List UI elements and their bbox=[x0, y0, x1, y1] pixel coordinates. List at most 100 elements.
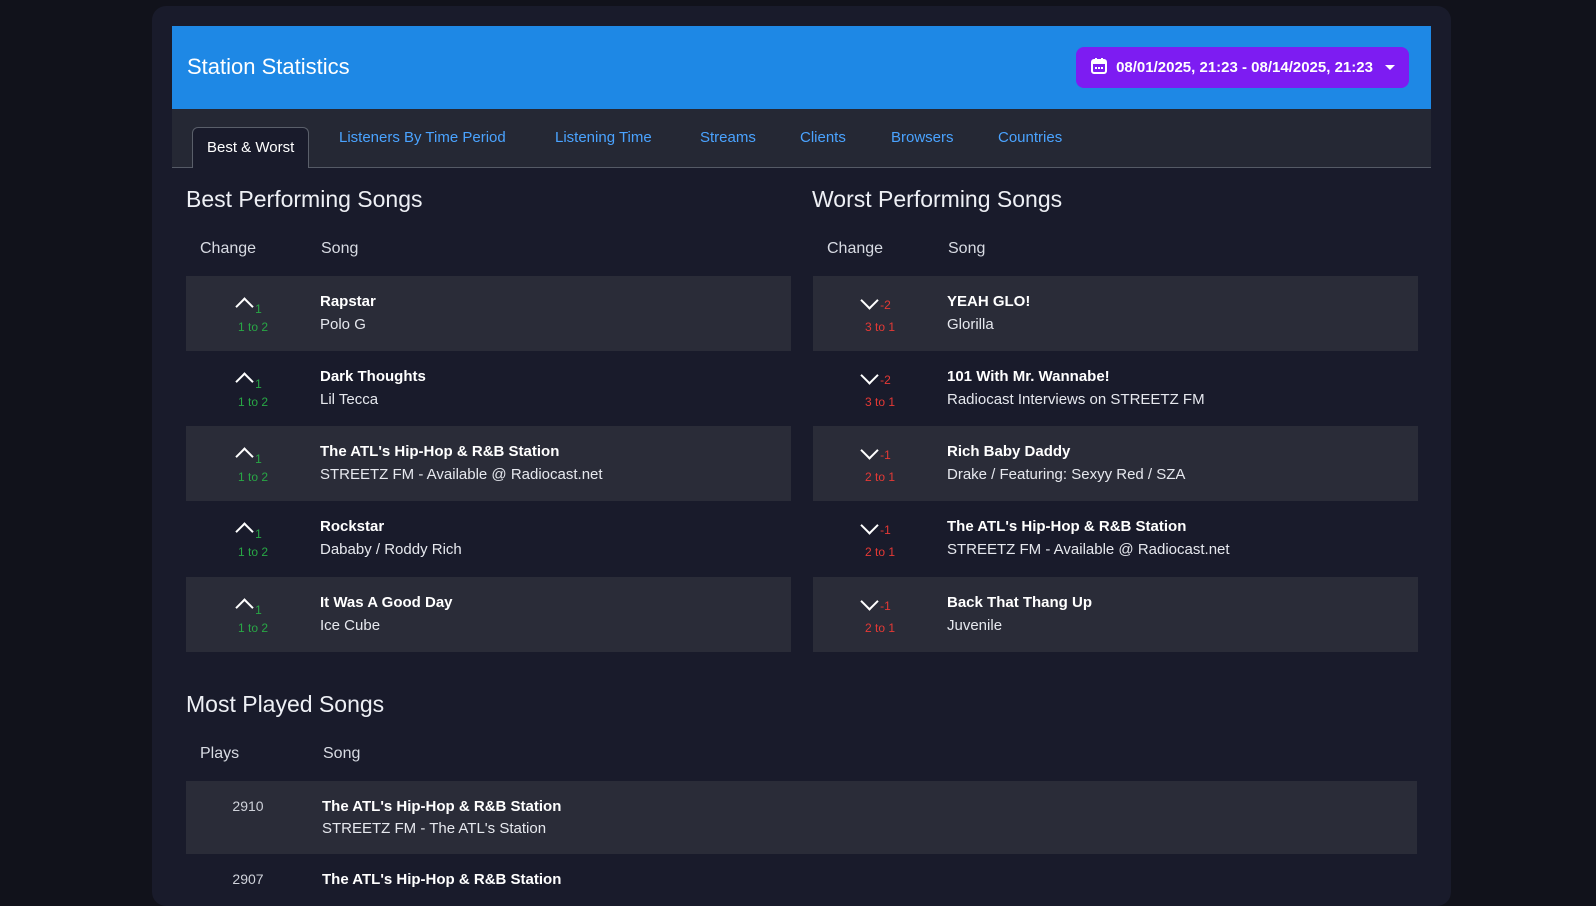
change-indicator: 1 bbox=[230, 369, 270, 393]
best-col-change: Change bbox=[200, 240, 257, 257]
change-delta: -1 bbox=[880, 448, 891, 462]
tab-listening-time[interactable]: Listening Time bbox=[555, 129, 652, 146]
song-title: The ATL's Hip-Hop & R&B Station bbox=[322, 798, 562, 815]
worst-col-song: Song bbox=[948, 240, 986, 257]
change-delta: -1 bbox=[880, 523, 891, 537]
date-range-button[interactable]: 08/01/2025, 21:23 - 08/14/2025, 21:23 bbox=[1076, 47, 1409, 88]
worst-songs-title: Worst Performing Songs bbox=[812, 186, 1063, 212]
change-indicator: -2 bbox=[857, 291, 897, 314]
song-title: Back That Thang Up bbox=[947, 594, 1093, 611]
tab-clients[interactable]: Clients bbox=[800, 129, 846, 146]
chevron-down-icon bbox=[860, 366, 879, 385]
list-item: -2 3 to 1 YEAH GLO! Glorilla bbox=[813, 276, 1418, 351]
song-artist: Juvenile bbox=[947, 617, 1003, 634]
tab-streams[interactable]: Streams bbox=[700, 129, 756, 146]
chevron-up-icon bbox=[235, 522, 254, 541]
song-artist: Drake / Featuring: Sexyy Red / SZA bbox=[947, 466, 1186, 483]
list-item: -1 2 to 1 The ATL's Hip-Hop & R&B Statio… bbox=[813, 501, 1418, 576]
song-title: The ATL's Hip-Hop & R&B Station bbox=[947, 518, 1187, 535]
chevron-up-icon bbox=[235, 598, 254, 617]
table-row: 2910 The ATL's Hip-Hop & R&B Station STR… bbox=[186, 781, 1417, 854]
song-title: Dark Thoughts bbox=[320, 368, 426, 385]
change-delta: 1 bbox=[255, 603, 262, 617]
song-artist: STREETZ FM - Available @ Radiocast.net bbox=[947, 541, 1230, 558]
calendar-icon bbox=[1090, 57, 1108, 79]
song-title: Rapstar bbox=[320, 293, 376, 310]
list-item: 1 1 to 2 It Was A Good Day Ice Cube bbox=[186, 577, 791, 652]
best-songs-title: Best Performing Songs bbox=[186, 186, 423, 212]
chevron-down-icon bbox=[860, 592, 879, 611]
change-indicator: 1 bbox=[230, 519, 270, 543]
change-delta: -2 bbox=[880, 298, 891, 312]
chevron-down-icon bbox=[860, 441, 879, 460]
change-delta: 1 bbox=[255, 377, 262, 391]
tab-browsers[interactable]: Browsers bbox=[891, 129, 954, 146]
tab-bar: Best & Worst Listeners By Time Period Li… bbox=[172, 109, 1431, 168]
chevron-down-icon bbox=[1384, 65, 1395, 70]
list-item: 1 1 to 2 Rockstar Dababy / Roddy Rich bbox=[186, 501, 791, 576]
change-range: 1 to 2 bbox=[237, 470, 269, 484]
change-range: 2 to 1 bbox=[864, 470, 896, 484]
song-artist: Ice Cube bbox=[320, 617, 381, 634]
table-row: 2907 The ATL's Hip-Hop & R&B Station bbox=[186, 854, 1417, 888]
change-indicator: -1 bbox=[857, 516, 897, 539]
chevron-up-icon bbox=[235, 447, 254, 466]
card-header: Station Statistics 08/01/2025, 21:23 - 0… bbox=[172, 26, 1431, 109]
most-played-title: Most Played Songs bbox=[186, 691, 385, 717]
change-indicator: 1 bbox=[230, 444, 270, 468]
tab-countries[interactable]: Countries bbox=[998, 129, 1062, 146]
song-title: YEAH GLO! bbox=[947, 293, 1031, 310]
change-range: 3 to 1 bbox=[864, 395, 896, 409]
most-played-col-plays: Plays bbox=[200, 745, 240, 762]
song-title: Rich Baby Daddy bbox=[947, 443, 1071, 460]
song-artist: STREETZ FM - Available @ Radiocast.net bbox=[320, 466, 603, 483]
tab-best-worst[interactable]: Best & Worst bbox=[192, 127, 310, 168]
page-title: Station Statistics bbox=[187, 54, 350, 79]
chevron-up-icon bbox=[235, 372, 254, 391]
chevron-down-icon bbox=[860, 291, 879, 310]
song-artist: Glorilla bbox=[947, 316, 994, 333]
song-title: Rockstar bbox=[320, 518, 385, 535]
list-item: 1 1 to 2 The ATL's Hip-Hop & R&B Station… bbox=[186, 426, 791, 501]
most-played-col-song: Song bbox=[323, 745, 361, 762]
tab-listeners-by-time-period[interactable]: Listeners By Time Period bbox=[339, 129, 506, 146]
list-item: -2 3 to 1 101 With Mr. Wannabe! Radiocas… bbox=[813, 351, 1418, 426]
play-count: 2910 bbox=[232, 798, 264, 814]
song-title: It Was A Good Day bbox=[320, 594, 453, 611]
change-range: 1 to 2 bbox=[237, 621, 269, 635]
change-delta: 1 bbox=[255, 527, 262, 541]
song-artist: STREETZ FM - The ATL's Station bbox=[322, 820, 547, 837]
list-item: -1 2 to 1 Back That Thang Up Juvenile bbox=[813, 577, 1418, 652]
song-artist: Polo G bbox=[320, 316, 366, 333]
change-delta: -1 bbox=[880, 599, 891, 613]
change-delta: -2 bbox=[880, 373, 891, 387]
change-indicator: -1 bbox=[857, 592, 897, 615]
list-item: 1 1 to 2 Rapstar Polo G bbox=[186, 276, 791, 351]
song-title: 101 With Mr. Wannabe! bbox=[947, 368, 1110, 385]
list-item: 1 1 to 2 Dark Thoughts Lil Tecca bbox=[186, 351, 791, 426]
best-col-song: Song bbox=[321, 240, 359, 257]
date-range-label: 08/01/2025, 21:23 - 08/14/2025, 21:23 bbox=[1116, 59, 1373, 76]
song-artist: Dababy / Roddy Rich bbox=[320, 541, 462, 558]
chevron-up-icon bbox=[235, 297, 254, 316]
change-indicator: -1 bbox=[857, 441, 897, 464]
song-artist: Lil Tecca bbox=[320, 391, 379, 408]
change-range: 1 to 2 bbox=[237, 395, 269, 409]
song-title: The ATL's Hip-Hop & R&B Station bbox=[322, 871, 562, 888]
change-range: 3 to 1 bbox=[864, 320, 896, 334]
change-range: 2 to 1 bbox=[864, 545, 896, 559]
change-delta: 1 bbox=[255, 452, 262, 466]
change-indicator: 1 bbox=[230, 595, 270, 619]
change-range: 2 to 1 bbox=[864, 621, 896, 635]
change-indicator: -2 bbox=[857, 366, 897, 389]
list-item: -1 2 to 1 Rich Baby Daddy Drake / Featur… bbox=[813, 426, 1418, 501]
change-range: 1 to 2 bbox=[237, 320, 269, 334]
change-indicator: 1 bbox=[230, 294, 270, 318]
worst-col-change: Change bbox=[827, 240, 884, 257]
play-count: 2907 bbox=[232, 871, 264, 887]
change-delta: 1 bbox=[255, 302, 262, 316]
change-range: 1 to 2 bbox=[237, 545, 269, 559]
chevron-down-icon bbox=[860, 516, 879, 535]
song-title: The ATL's Hip-Hop & R&B Station bbox=[320, 443, 560, 460]
song-artist: Radiocast Interviews on STREETZ FM bbox=[947, 391, 1205, 408]
